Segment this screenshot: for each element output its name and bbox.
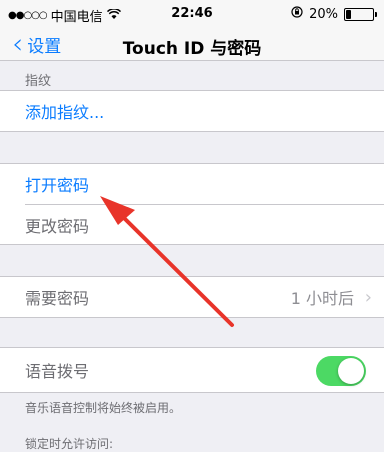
page-title: Touch ID 与密码 [122, 39, 262, 59]
change-passcode-button: 更改密码 [25, 217, 90, 236]
fingerprint-section-header: 指纹 [25, 74, 52, 89]
passcode-group: 打开密码 更改密码 [0, 163, 384, 245]
require-passcode-value: 1 小时后 [290, 289, 354, 308]
require-passcode-cell[interactable]: 需要密码 1 小时后 › [0, 276, 384, 318]
require-passcode-label: 需要密码 [25, 289, 90, 308]
navigation-bar: ‹ 设置 Touch ID 与密码 [0, 28, 384, 61]
orientation-lock-icon [291, 6, 303, 22]
chevron-right-icon: › [364, 286, 372, 308]
voice-dial-toggle[interactable] [316, 356, 366, 386]
voice-dial-footer: 音乐语音控制将始终被启用。 [25, 401, 182, 415]
battery-percentage: 20% [309, 6, 338, 22]
battery-icon [344, 7, 377, 21]
voice-dial-label: 语音拨号 [25, 362, 90, 381]
add-fingerprint-label: 添加指纹... [25, 103, 105, 122]
status-right: 20% [291, 6, 377, 22]
voice-dial-cell: 语音拨号 [0, 347, 384, 393]
turn-on-passcode-button[interactable]: 打开密码 [25, 164, 89, 204]
locked-access-header: 锁定时允许访问: [25, 437, 114, 451]
battery-level [346, 9, 351, 19]
add-fingerprint-cell[interactable]: 添加指纹... [0, 90, 384, 132]
toggle-knob [338, 358, 364, 384]
status-bar: ●●○○○ 中国电信 22:46 20% [0, 0, 384, 28]
